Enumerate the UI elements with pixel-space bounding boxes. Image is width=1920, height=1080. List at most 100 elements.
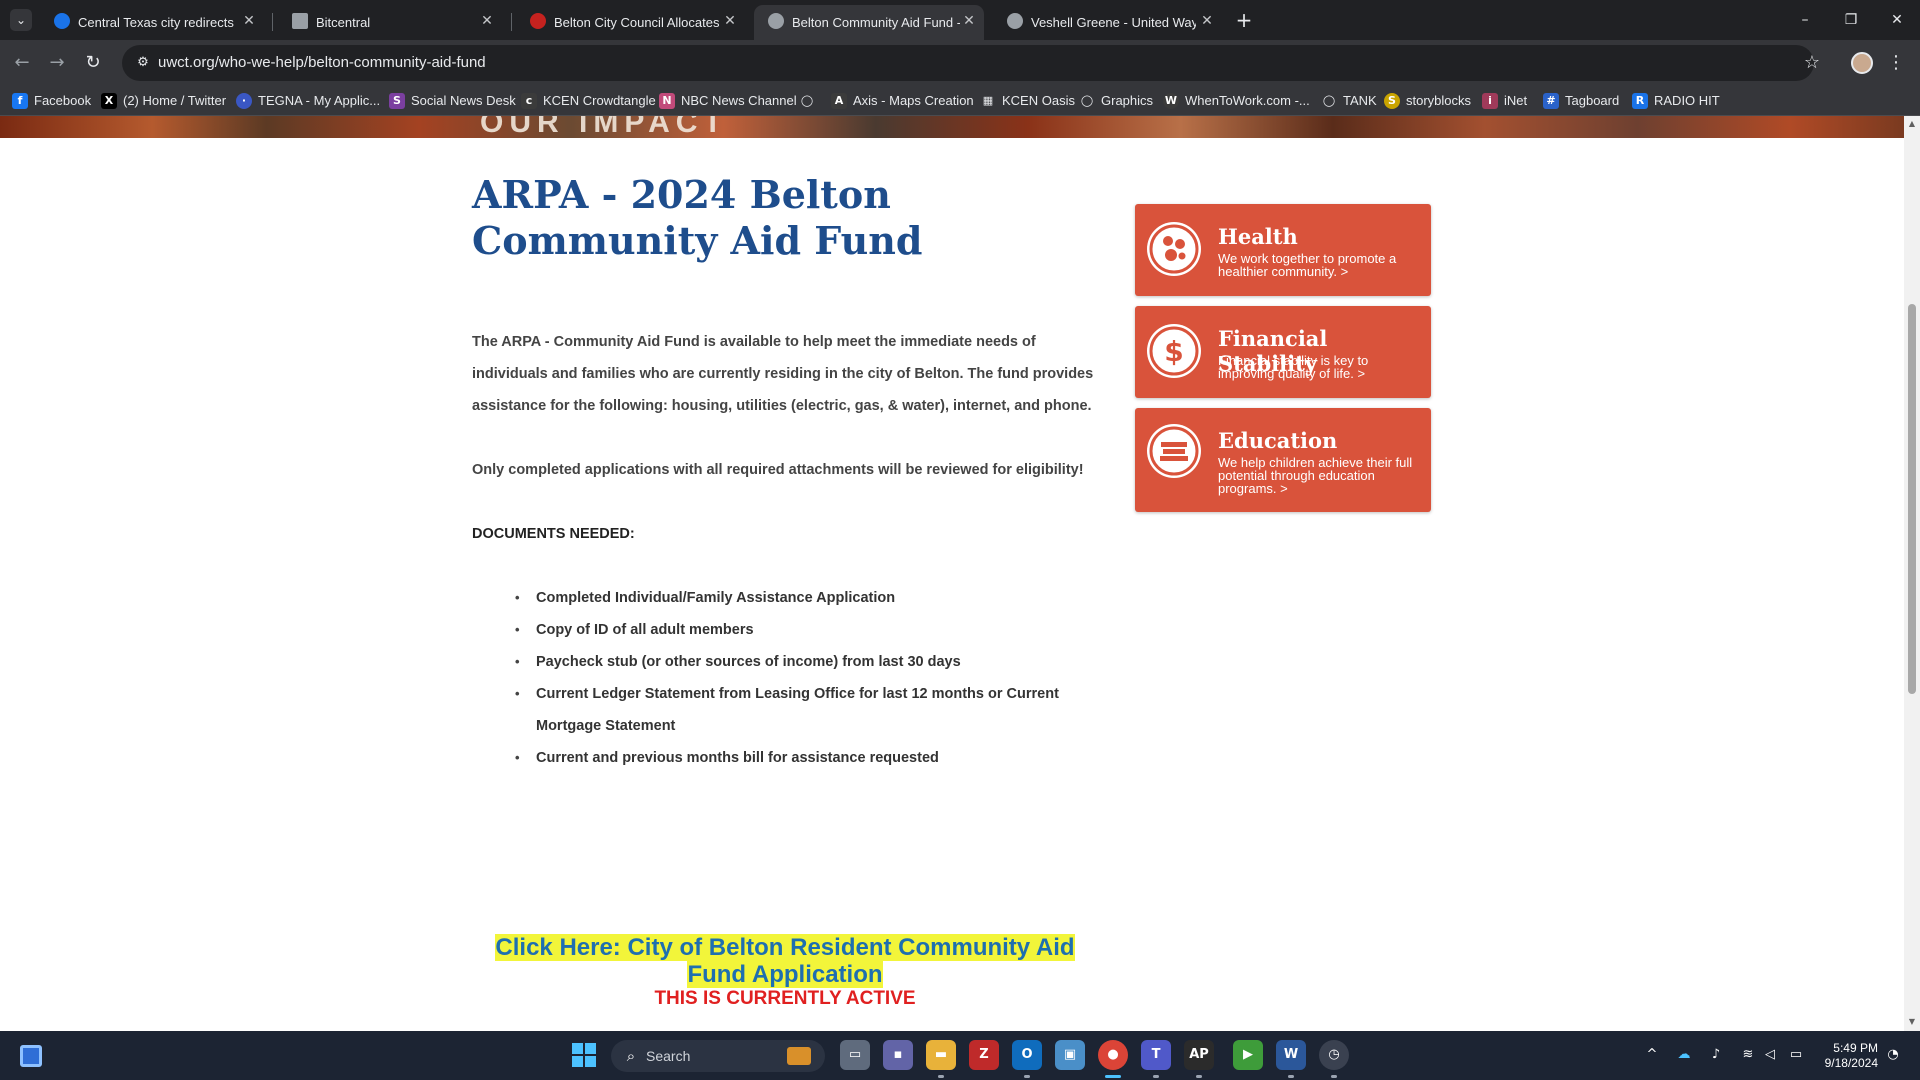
bookmark-tagboard[interactable]: # Tagboard: [1543, 92, 1619, 110]
bookmark-twitter[interactable]: X (2) Home / Twitter: [101, 92, 226, 110]
taskbar-clock[interactable]: 5:49 PM 9/18/2024: [1812, 1041, 1878, 1071]
teams-icon[interactable]: T: [1141, 1040, 1171, 1070]
bookmark-kcen-oasis[interactable]: ▦ KCEN Oasis: [980, 92, 1075, 110]
bookmark-graphics[interactable]: ◯ Graphics: [1079, 92, 1153, 110]
remote-desktop-icon[interactable]: ▣: [1055, 1040, 1085, 1070]
page-scrollbar[interactable]: ▲ ▼: [1904, 116, 1920, 1031]
browser-tab-5[interactable]: Veshell Greene - United Way of ✕: [993, 5, 1219, 40]
browser-tab-2[interactable]: Bitcentral ✕: [278, 5, 504, 40]
search-highlight-icon: [787, 1047, 811, 1065]
tab-title: Central Texas city redirects COV: [78, 15, 238, 30]
bookmark-inet[interactable]: i iNet: [1482, 92, 1527, 110]
outlook-icon[interactable]: O: [1012, 1040, 1042, 1070]
new-tab-button[interactable]: +: [1233, 9, 1255, 31]
list-item: Paycheck stub (or other sources of incom…: [515, 646, 1118, 678]
health-icon: [1147, 222, 1201, 276]
word-icon[interactable]: W: [1276, 1040, 1306, 1070]
tab-strip: ⌄ Central Texas city redirects COV ✕ Bit…: [0, 0, 1920, 40]
running-indicator: [1024, 1075, 1030, 1078]
bookmark-axis-maps[interactable]: A Axis - Maps Creation: [831, 92, 974, 110]
tab-favicon: [54, 13, 70, 29]
close-tab-icon[interactable]: ✕: [478, 12, 496, 30]
filezilla-icon[interactable]: Z: [969, 1040, 999, 1070]
documents-list: Completed Individual/Family Assistance A…: [515, 582, 1118, 774]
minimize-icon[interactable]: –: [1790, 8, 1820, 32]
running-indicator: [1153, 1075, 1159, 1078]
battery-icon[interactable]: ▭: [1786, 1045, 1806, 1065]
close-tab-icon[interactable]: ✕: [960, 12, 978, 30]
snd-icon: S: [389, 92, 405, 109]
x-icon: X: [101, 92, 117, 109]
url-text[interactable]: uwct.org/who-we-help/belton-community-ai…: [158, 54, 486, 71]
card-description: Financial stability is key to improving …: [1218, 353, 1369, 381]
bookmark-tegna[interactable]: · TEGNA - My Applic...: [236, 92, 380, 110]
profile-avatar[interactable]: [1851, 52, 1873, 74]
widgets-icon[interactable]: [20, 1045, 42, 1067]
bookmark-facebook[interactable]: f Facebook: [12, 92, 91, 110]
radiohit-icon: R: [1632, 92, 1648, 109]
application-link[interactable]: Click Here: City of Belton Resident Comm…: [495, 934, 1075, 988]
page-viewport: OUR IMPACT ARPA - 2024 Belton Community …: [0, 116, 1904, 1031]
reload-icon[interactable]: ↻: [80, 50, 106, 76]
search-icon: ⌕: [626, 1047, 636, 1065]
media-player-icon[interactable]: ▶: [1233, 1040, 1263, 1070]
wifi-icon[interactable]: ≋: [1738, 1045, 1758, 1065]
card-description: We help children achieve their full pote…: [1218, 455, 1413, 496]
volume-icon[interactable]: ◁: [1760, 1045, 1780, 1065]
site-info-icon[interactable]: ⚙: [134, 54, 152, 72]
task-view-icon[interactable]: ▭: [840, 1040, 870, 1070]
address-bar[interactable]: ⚙ uwct.org/who-we-help/belton-community-…: [122, 45, 1814, 81]
teams-chat-icon[interactable]: ▪: [883, 1040, 913, 1070]
forward-icon[interactable]: →: [44, 50, 70, 76]
browser-tab-3[interactable]: Belton City Council Allocates Re ✕: [516, 5, 742, 40]
file-explorer-icon[interactable]: ▬: [926, 1040, 956, 1070]
tray-overflow-icon[interactable]: ^: [1642, 1045, 1662, 1065]
application-status: THIS IS CURRENTLY ACTIVE: [654, 988, 916, 1009]
running-indicator: [1288, 1075, 1294, 1078]
card-education[interactable]: Education We help children achieve their…: [1135, 408, 1431, 512]
scroll-up-icon[interactable]: ▲: [1904, 118, 1920, 130]
bookmark-kcen-crowdtangle[interactable]: c KCEN Crowdtangle: [521, 92, 656, 110]
scroll-down-icon[interactable]: ▼: [1904, 1016, 1920, 1028]
bookmark-tank[interactable]: ◯ TANK: [1321, 92, 1377, 110]
tab-favicon: [530, 13, 546, 29]
bookmark-star-icon[interactable]: ☆: [1799, 50, 1825, 76]
microphone-icon[interactable]: ♪: [1706, 1045, 1726, 1065]
back-icon[interactable]: ←: [9, 50, 35, 76]
globe-icon: ◯: [1322, 93, 1336, 107]
hero-banner-text: OUR IMPACT: [480, 116, 728, 139]
restore-icon[interactable]: ❐: [1836, 8, 1866, 32]
tab-search-button[interactable]: ⌄: [10, 9, 32, 31]
scrollbar-thumb[interactable]: [1908, 304, 1916, 694]
tab-title: Bitcentral: [316, 15, 371, 30]
card-health[interactable]: Health We work together to promote a hea…: [1135, 204, 1431, 296]
start-button[interactable]: [572, 1043, 596, 1067]
bookmark-social-news-desk[interactable]: S Social News Desk: [389, 92, 516, 110]
bookmark-globe[interactable]: ◯: [799, 92, 821, 110]
storyblocks-icon: S: [1384, 92, 1400, 109]
ap-icon[interactable]: AP: [1184, 1040, 1214, 1070]
onedrive-icon[interactable]: ☁: [1674, 1045, 1694, 1065]
browser-tab-1[interactable]: Central Texas city redirects COV ✕: [40, 5, 266, 40]
globe-icon: ◯: [800, 93, 814, 107]
taskbar-search[interactable]: ⌕ Search: [611, 1040, 825, 1072]
close-tab-icon[interactable]: ✕: [721, 12, 739, 30]
tab-separator: [272, 13, 273, 31]
close-tab-icon[interactable]: ✕: [1198, 12, 1216, 30]
bookmark-radio-hit[interactable]: R RADIO HIT: [1632, 92, 1720, 110]
bookmark-storyblocks[interactable]: Sstoryblocks: [1384, 92, 1471, 110]
close-tab-icon[interactable]: ✕: [240, 12, 258, 30]
grid-icon: ▦: [982, 93, 994, 107]
bookmark-whentowork[interactable]: W WhenToWork.com -...: [1163, 92, 1310, 110]
clock-app-icon[interactable]: ◷: [1319, 1040, 1349, 1070]
browser-menu-icon[interactable]: ⋮: [1886, 50, 1906, 76]
tab-favicon: [292, 13, 308, 29]
chrome-icon[interactable]: ●: [1098, 1040, 1128, 1070]
close-window-icon[interactable]: ✕: [1882, 8, 1912, 32]
bookmark-nbc-news-channel[interactable]: N NBC News Channel: [659, 92, 797, 110]
browser-tab-4-active[interactable]: Belton Community Aid Fund - U ✕: [754, 5, 984, 40]
notifications-icon[interactable]: ◔: [1883, 1045, 1903, 1065]
bookmarks-bar: f Facebook X (2) Home / Twitter · TEGNA - M…: [0, 86, 1920, 116]
tab-favicon: [1007, 13, 1023, 29]
card-financial-stability[interactable]: $ Financial Stability Financial stabilit…: [1135, 306, 1431, 398]
